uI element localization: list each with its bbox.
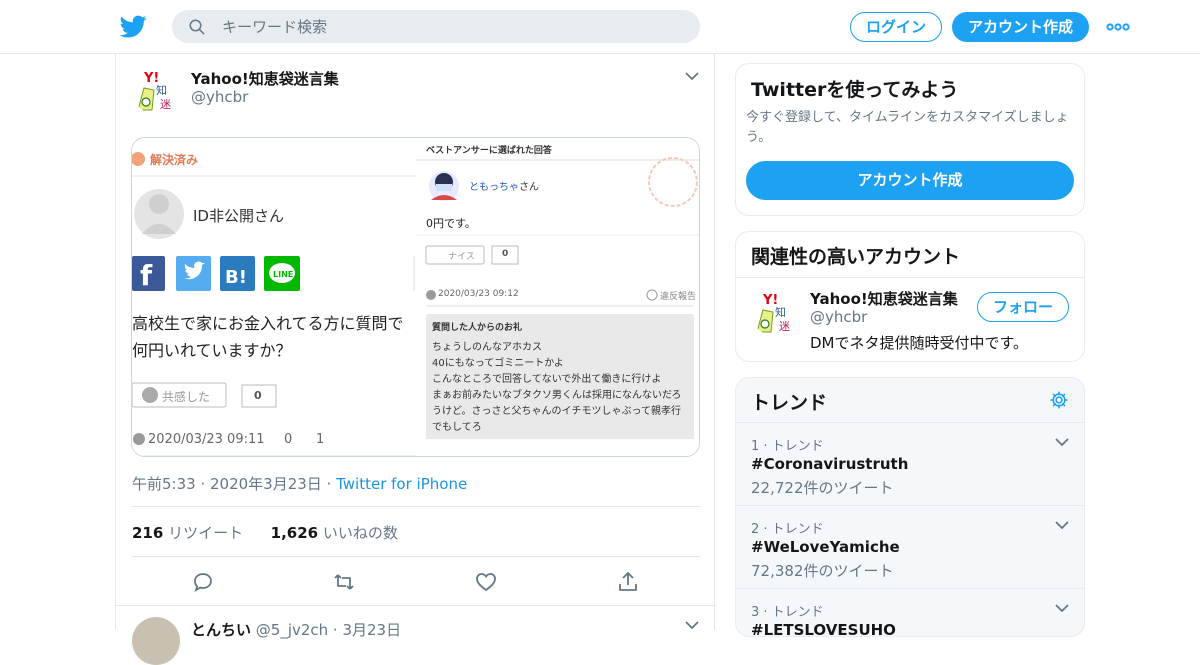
- resolved-label: 解決済み: [150, 153, 199, 167]
- signup-card-title: Twitterを使ってみよう: [751, 79, 959, 101]
- answerer-name: ともっちゃさん: [469, 182, 539, 193]
- comments-count: 1: [316, 432, 325, 447]
- signup-card-subtitle: 今すぐ登録して、タイムラインをカスタマイズしましょう。: [746, 110, 1069, 145]
- thanks-line-3: こんなところで回答してないで外出て働きに行けよ: [432, 374, 662, 385]
- reply-icon[interactable]: [191, 570, 215, 594]
- related-account-name[interactable]: Yahoo!知恵袋迷言集: [810, 288, 958, 309]
- question-line-2: 何円いれていますか？: [132, 341, 292, 360]
- trend-tag[interactable]: #WeLoveYamiche: [751, 538, 900, 556]
- empathy-count: 0: [254, 389, 262, 402]
- trends-title: トレンド: [751, 392, 828, 414]
- related-account-avatar[interactable]: Y! 知 迷: [751, 288, 799, 336]
- retweet-icon[interactable]: [332, 570, 356, 594]
- related-accounts-card: 関連性の高いアカウント Y! 知 迷 Yahoo!知恵袋迷言集 @yhcbr D…: [735, 231, 1085, 362]
- thanks-line-1: ちょうしのんなアホカス: [432, 342, 542, 353]
- signup-button[interactable]: アカウント作成: [952, 12, 1089, 42]
- thanks-line-5: うけど。さっさと父ちゃんのイチモツしゃぶって親孝行: [432, 406, 681, 417]
- thanks-line-4: まぁお前みたいなブタクソ男くんは採用になんないだろ: [432, 390, 682, 401]
- svg-text:知: 知: [156, 83, 167, 97]
- report-link: 違反報告: [660, 292, 697, 302]
- share-icon[interactable]: [616, 570, 640, 594]
- svg-text:f: f: [140, 259, 153, 292]
- follow-button[interactable]: フォロー: [977, 292, 1069, 322]
- chevron-down-icon[interactable]: [1055, 437, 1069, 447]
- login-button[interactable]: ログイン: [850, 12, 942, 42]
- chevron-down-icon[interactable]: [685, 620, 699, 630]
- chiebukuro-logo-icon: Y! 知 迷: [132, 66, 180, 114]
- author-handle[interactable]: @yhcbr: [191, 88, 248, 106]
- next-tweet[interactable]: とんちい @5_jv2ch · 3月23日: [116, 605, 716, 665]
- trend-rank: 3 · トレンド: [751, 605, 824, 620]
- twitter-logo-icon[interactable]: [120, 13, 147, 40]
- trend-item[interactable]: 1 · トレンド #Coronavirustruth 22,722件のツイート: [736, 423, 1084, 506]
- thanks-line-2: 40にもなってゴミニートかよ: [432, 358, 564, 369]
- views-count: 0: [284, 432, 293, 447]
- asker-name: ID非公開さん: [193, 207, 284, 225]
- search-icon: [189, 19, 205, 35]
- nice-count: 0: [502, 249, 509, 259]
- like-stat[interactable]: 1,626 いいねの数: [271, 524, 398, 542]
- chiebukuro-logo-icon: Y! 知 迷: [751, 288, 799, 336]
- divider: [736, 277, 1084, 278]
- answer-text: 0円です。: [426, 217, 476, 230]
- empathy-label: 共感した: [162, 390, 211, 404]
- top-bar: ログイン アカウント作成: [0, 0, 1200, 54]
- chevron-down-icon[interactable]: [1055, 520, 1069, 530]
- trend-tag[interactable]: #Coronavirustruth: [751, 455, 908, 473]
- like-icon[interactable]: [474, 570, 498, 594]
- answer-date: 2020/03/23 09:12: [438, 289, 519, 299]
- related-account-handle[interactable]: @yhcbr: [810, 308, 867, 326]
- trend-rank: 1 · トレンド: [751, 439, 824, 454]
- trends-card: トレンド 1 · トレンド #Coronavirustruth 22,722件の…: [735, 377, 1085, 637]
- thanks-line-6: でもしてろ: [432, 422, 482, 433]
- svg-text:迷: 迷: [160, 98, 171, 111]
- trends-header: トレンド: [736, 378, 1084, 423]
- thanks-title: 質問した人からのお礼: [432, 323, 523, 333]
- gear-icon[interactable]: [1049, 390, 1069, 410]
- tweet-detail: Y! 知 迷 Yahoo!知恵袋迷言集 @yhcbr f B! LINE 解決済…: [115, 54, 716, 665]
- author-avatar[interactable]: Y! 知 迷: [132, 66, 180, 114]
- trend-item[interactable]: 2 · トレンド #WeLoveYamiche 72,382件のツイート: [736, 506, 1084, 589]
- search-input[interactable]: [222, 10, 682, 43]
- tweet-actions: [116, 566, 716, 596]
- divider: [132, 556, 700, 557]
- related-accounts-title: 関連性の高いアカウント: [751, 246, 961, 268]
- question-date: 2020/03/23 09:11: [148, 432, 265, 447]
- timestamp-text[interactable]: 午前5:33 · 2020年3月23日 ·: [132, 475, 336, 493]
- svg-text:迷: 迷: [779, 320, 790, 333]
- trend-tag[interactable]: #LETSLOVESUHO: [751, 621, 896, 636]
- tweet-stats: 216 リツイート 1,626 いいねの数: [132, 522, 398, 543]
- related-account-bio: DMでネタ提供随時受付中です。: [810, 334, 1028, 352]
- via-link[interactable]: Twitter for iPhone: [336, 475, 467, 493]
- divider: [132, 506, 700, 507]
- signup-card-button[interactable]: アカウント作成: [746, 161, 1074, 200]
- more-icon[interactable]: [1106, 17, 1130, 37]
- trend-count: 22,722件のツイート: [751, 479, 894, 497]
- search-box[interactable]: [172, 10, 700, 43]
- best-answer-label: ベストアンサーに選ばれた回答: [426, 146, 552, 156]
- chevron-down-icon[interactable]: [1055, 603, 1069, 613]
- trend-rank: 2 · トレンド: [751, 522, 824, 537]
- next-tweet-avatar[interactable]: [132, 617, 180, 665]
- svg-text:LINE: LINE: [273, 270, 293, 279]
- signup-card: Twitterを使ってみよう 今すぐ登録して、タイムラインをカスタマイズしましょ…: [735, 63, 1085, 216]
- nice-label: ナイス: [448, 252, 475, 262]
- question-line-1: 高校生で家にお金入れてる方に質問で: [132, 314, 404, 333]
- retweet-stat[interactable]: 216 リツイート: [132, 524, 243, 542]
- tweet-media-image[interactable]: f B! LINE 解決済み ID非公開さん 高校生で家にお金入れてる方に質問で…: [131, 137, 700, 457]
- author-name[interactable]: Yahoo!知恵袋迷言集: [191, 68, 339, 89]
- tweet-timestamp: 午前5:33 · 2020年3月23日 · Twitter for iPhone: [132, 473, 467, 494]
- trend-count: 72,382件のツイート: [751, 562, 894, 580]
- chevron-down-icon[interactable]: [685, 71, 699, 81]
- svg-text:B!: B!: [225, 267, 247, 288]
- svg-text:知: 知: [775, 305, 786, 319]
